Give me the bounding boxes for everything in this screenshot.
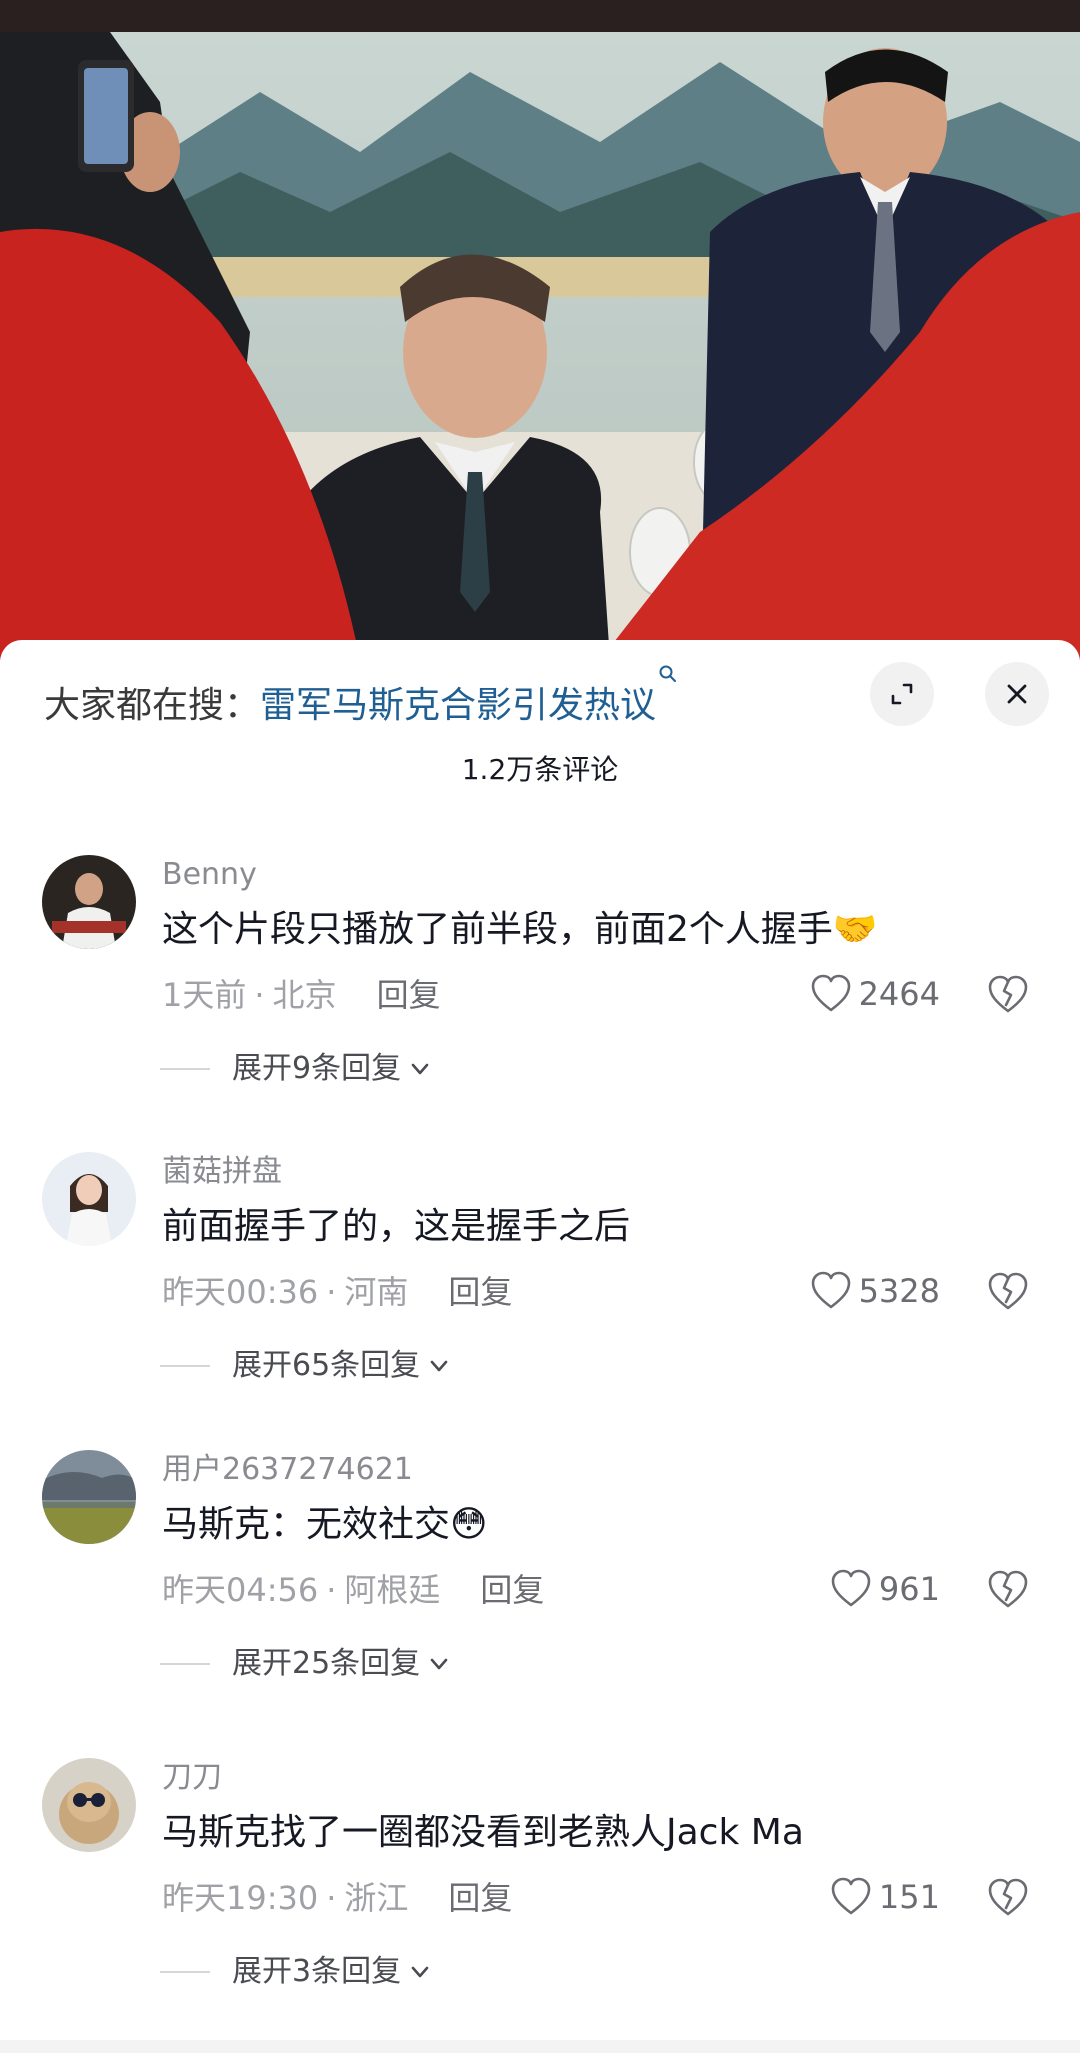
reply-button[interactable]: 回复 bbox=[377, 976, 441, 1014]
hot-search-prefix: 大家都在搜： bbox=[44, 685, 261, 726]
comment-username[interactable]: 刀刀 bbox=[162, 1758, 222, 1798]
comment-location: 北京 bbox=[272, 976, 337, 1014]
like-count: 2464 bbox=[858, 975, 940, 1013]
comment-meta: 1天前 · 北京 回复 bbox=[162, 976, 441, 1014]
chevron-down-icon bbox=[411, 1063, 429, 1075]
like-button[interactable]: 961 bbox=[829, 1564, 940, 1614]
expand-replies-label: 展开3条回复 bbox=[232, 1954, 402, 1989]
comment-count: 1.2万条评论 bbox=[461, 753, 619, 786]
expand-replies-button[interactable]: 展开9条回复 bbox=[160, 1047, 433, 1091]
avatar[interactable] bbox=[42, 1758, 136, 1852]
expand-replies-button[interactable]: 展开25条回复 bbox=[160, 1642, 452, 1686]
comment-location: 河南 bbox=[344, 1273, 409, 1311]
comment-text: 这个片段只播放了前半段，前面2个人握手🤝 bbox=[162, 909, 878, 950]
reply-button[interactable]: 回复 bbox=[448, 1273, 512, 1311]
comment-username[interactable]: Benny bbox=[162, 855, 257, 895]
expand-replies-label: 展开9条回复 bbox=[232, 1051, 402, 1086]
comment-time: 昨天00:36 bbox=[162, 1273, 319, 1311]
avatar[interactable] bbox=[42, 1152, 136, 1246]
comment-username[interactable]: 菌菇拼盘 bbox=[162, 1152, 282, 1192]
comment-time: 昨天04:56 bbox=[162, 1571, 319, 1609]
comment-location: 浙江 bbox=[344, 1879, 409, 1917]
like-button[interactable]: 5328 bbox=[809, 1266, 940, 1316]
comment-location: 阿根廷 bbox=[344, 1571, 441, 1609]
reply-button[interactable]: 回复 bbox=[448, 1879, 512, 1917]
expand-replies-button[interactable]: 展开65条回复 bbox=[160, 1344, 452, 1388]
divider-line bbox=[160, 1663, 210, 1665]
avatar[interactable] bbox=[42, 1450, 136, 1544]
chevron-down-icon bbox=[411, 1966, 429, 1978]
expand-icon bbox=[891, 683, 913, 705]
comment-text: 前面握手了的，这是握手之后 bbox=[162, 1206, 631, 1247]
comment-username[interactable]: 用户2637274621 bbox=[162, 1450, 413, 1490]
comment-text: 马斯克找了一圈都没看到老熟人Jack Ma bbox=[162, 1812, 804, 1853]
comment-sheet: 大家都在搜： 雷军马斯克合影引发热议 1.2万条评论 Benny 这个片段只播放… bbox=[0, 640, 1080, 2053]
like-button[interactable]: 2464 bbox=[809, 969, 940, 1019]
close-icon bbox=[1007, 684, 1027, 704]
heart-icon bbox=[811, 1271, 850, 1309]
like-count: 5328 bbox=[858, 1272, 940, 1310]
avatar[interactable] bbox=[42, 855, 136, 949]
chevron-down-icon bbox=[430, 1658, 448, 1670]
close-button[interactable] bbox=[985, 662, 1049, 726]
hot-search-term[interactable]: 雷军马斯克合影引发热议 bbox=[260, 680, 656, 732]
heart-icon bbox=[831, 1569, 871, 1607]
comment-time: 昨天19:30 bbox=[162, 1879, 319, 1917]
reply-button[interactable]: 回复 bbox=[480, 1571, 544, 1609]
comment-time: 1天前 bbox=[162, 976, 247, 1014]
divider-line bbox=[160, 1365, 210, 1367]
video-player[interactable] bbox=[0, 0, 1080, 660]
like-button[interactable]: 151 bbox=[829, 1872, 940, 1922]
broken-heart-icon[interactable] bbox=[986, 1270, 1030, 1314]
broken-heart-icon[interactable] bbox=[986, 1876, 1030, 1920]
video-frame bbox=[0, 32, 1080, 660]
expand-replies-label: 展开25条回复 bbox=[232, 1646, 421, 1681]
comment-meta: 昨天19:30 · 浙江 回复 bbox=[162, 1879, 513, 1917]
divider-line bbox=[160, 1971, 210, 1973]
broken-heart-icon[interactable] bbox=[986, 973, 1030, 1017]
comment-meta: 昨天04:56 · 阿根廷 回复 bbox=[162, 1571, 545, 1609]
expand-replies-label: 展开65条回复 bbox=[232, 1348, 421, 1383]
search-icon bbox=[659, 665, 677, 682]
divider-line bbox=[160, 1068, 210, 1070]
expand-replies-button[interactable]: 展开3条回复 bbox=[160, 1950, 433, 1994]
comment-input-bar-edge bbox=[0, 2040, 1080, 2053]
comment-text: 马斯克：无效社交😳 bbox=[162, 1504, 488, 1545]
like-count: 961 bbox=[878, 1570, 940, 1608]
status-strip bbox=[0, 0, 1080, 32]
like-count: 151 bbox=[878, 1878, 940, 1916]
heart-icon bbox=[831, 1877, 871, 1915]
expand-button[interactable] bbox=[870, 662, 934, 726]
chevron-down-icon bbox=[430, 1360, 448, 1372]
heart-icon bbox=[811, 974, 850, 1012]
broken-heart-icon[interactable] bbox=[986, 1568, 1030, 1612]
comment-meta: 昨天00:36 · 河南 回复 bbox=[162, 1273, 513, 1311]
